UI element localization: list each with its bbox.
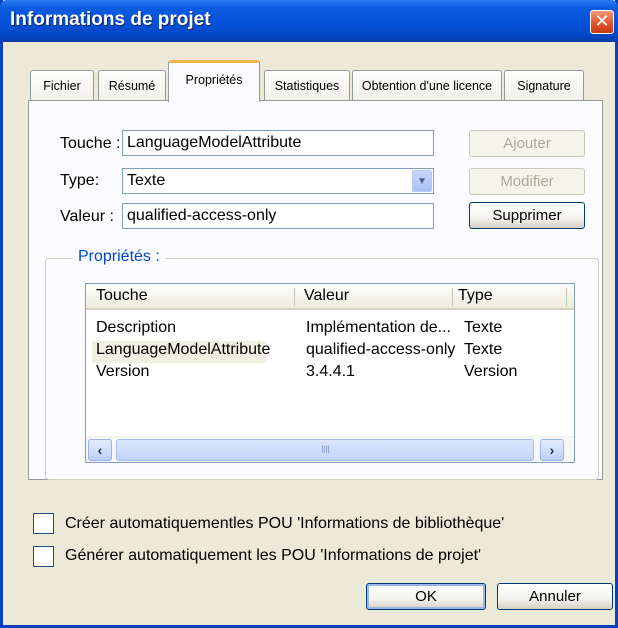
table-cell-key[interactable]: Version [96, 363, 149, 381]
auto-library-pou-checkbox[interactable] [33, 513, 54, 534]
scroll-right-icon[interactable]: › [540, 439, 564, 461]
table-cell-value[interactable]: 3.4.4.1 [306, 363, 355, 381]
column-header-type[interactable]: Type [458, 287, 493, 305]
title-bar[interactable]: Informations de projet ✕ [0, 0, 618, 42]
properties-group-title: Propriétés : [73, 248, 165, 266]
tab-label: Fichier [43, 79, 81, 93]
table-cell-key[interactable]: Description [96, 319, 176, 337]
column-header-key[interactable]: Touche [96, 287, 148, 305]
type-select[interactable]: Texte ▼ [122, 168, 434, 194]
tab-statistiques[interactable]: Statistiques [264, 70, 350, 100]
tab-label: Obtention d'une licence [361, 79, 493, 93]
value-label: Valeur : [60, 208, 114, 225]
close-icon[interactable]: ✕ [590, 10, 614, 34]
chevron-down-icon[interactable]: ▼ [412, 170, 432, 192]
table-cell-value[interactable]: qualified-access-only [306, 341, 455, 359]
column-divider[interactable] [566, 288, 567, 306]
value-input[interactable]: qualified-access-only [122, 203, 434, 229]
column-header-value[interactable]: Valeur [304, 287, 349, 305]
auto-library-pou-label: Créer automatiquementles POU 'Informatio… [65, 515, 505, 532]
table-cell-type[interactable]: Version [464, 363, 517, 381]
horizontal-scrollbar[interactable]: ‹ IIII › [86, 436, 574, 462]
cancel-button[interactable]: Annuler [497, 583, 613, 610]
delete-button[interactable]: Supprimer [469, 202, 585, 229]
tab-signature[interactable]: Signature [504, 70, 584, 100]
tab-licence[interactable]: Obtention d'une licence [352, 70, 502, 100]
table-cell-key[interactable]: LanguageModelAttribute [96, 341, 270, 359]
table-cell-type[interactable]: Texte [464, 319, 502, 337]
key-label: Touche : [60, 135, 121, 152]
type-select-value: Texte [127, 172, 166, 189]
scrollbar-thumb[interactable]: IIII [116, 439, 534, 461]
auto-project-pou-checkbox[interactable] [33, 546, 54, 567]
add-button[interactable]: Ajouter [469, 130, 585, 157]
dialog-title: Informations de projet [10, 9, 211, 30]
tab-label: Statistiques [274, 79, 340, 93]
list-header: Touche Valeur Type [86, 284, 574, 310]
key-input[interactable]: LanguageModelAttribute [122, 130, 434, 156]
tab-label: Propriétés [185, 73, 243, 87]
scroll-left-icon[interactable]: ‹ [88, 439, 112, 461]
tab-fichier[interactable]: Fichier [30, 70, 94, 100]
column-divider[interactable] [452, 288, 453, 306]
tab-proprietes[interactable]: Propriétés [168, 60, 260, 102]
tab-label: Signature [517, 79, 571, 93]
properties-list[interactable]: Touche Valeur Type Description Implément… [85, 283, 575, 463]
tab-resume[interactable]: Résumé [98, 70, 166, 100]
auto-project-pou-label: Générer automatiquement les POU 'Informa… [65, 547, 482, 564]
tab-label: Résumé [108, 79, 156, 93]
project-info-dialog: Informations de projet ✕ Fichier Résumé … [0, 0, 618, 628]
table-cell-value[interactable]: Implémentation de... [306, 319, 451, 337]
table-cell-type[interactable]: Texte [464, 341, 502, 359]
type-label: Type: [60, 172, 100, 189]
column-divider[interactable] [294, 288, 295, 306]
modify-button[interactable]: Modifier [469, 168, 585, 195]
ok-button[interactable]: OK [366, 583, 486, 610]
